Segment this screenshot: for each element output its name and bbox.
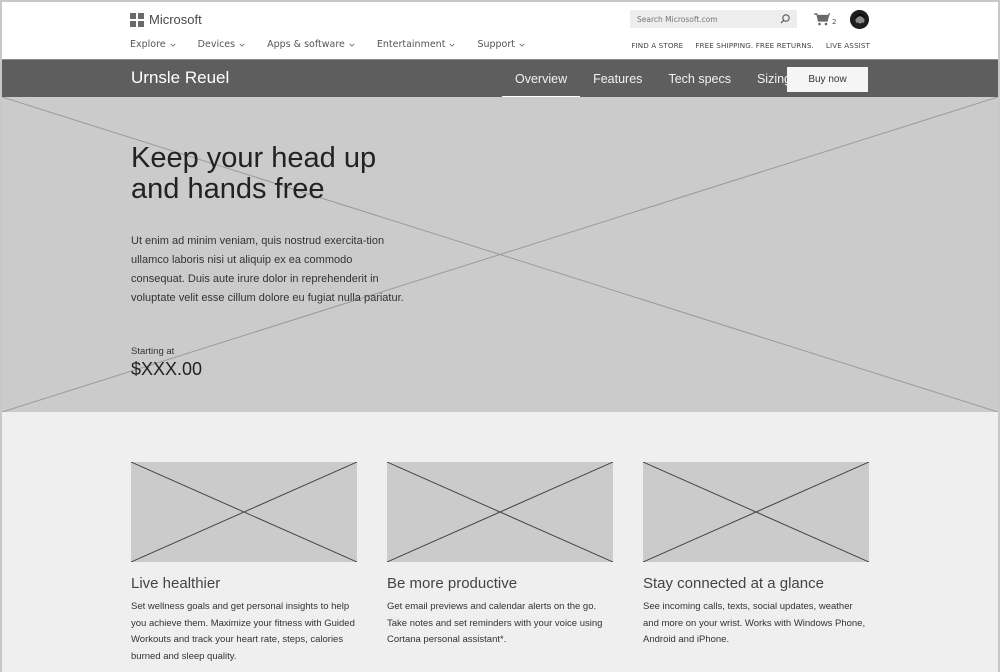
hero-title: Keep your head up and hands free bbox=[131, 142, 377, 205]
search-icon[interactable] bbox=[779, 13, 791, 25]
utility-links: FIND A STORE FREE SHIPPING. FREE RETURNS… bbox=[631, 41, 870, 50]
product-tabs: Overview Features Tech specs Sizing bbox=[502, 60, 804, 98]
feature-title: Stay connected at a glance bbox=[643, 575, 824, 592]
chevron-down-icon bbox=[170, 43, 176, 47]
product-nav-bar: Urnsle Reuel Overview Features Tech spec… bbox=[2, 59, 998, 98]
windows-logo-icon bbox=[130, 12, 144, 27]
feature-description: Set wellness goals and get personal insi… bbox=[131, 601, 355, 662]
nav-entertainment[interactable]: Entertainment bbox=[377, 39, 456, 50]
find-a-store-link[interactable]: FIND A STORE bbox=[631, 41, 683, 50]
search-input[interactable] bbox=[637, 14, 772, 24]
brand-name: Microsoft bbox=[149, 12, 202, 27]
hero-banner: Keep your head up and hands free Ut enim… bbox=[2, 97, 998, 412]
feature-card: Stay connected at a glance See incoming … bbox=[643, 462, 869, 649]
nav-label: Support bbox=[477, 39, 515, 50]
nav-explore[interactable]: Explore bbox=[130, 39, 176, 50]
feature-description: Get email previews and calendar alerts o… bbox=[387, 601, 603, 645]
avatar[interactable] bbox=[850, 10, 869, 29]
feature-title: Live healthier bbox=[131, 575, 221, 592]
nav-apps-software[interactable]: Apps & software bbox=[267, 39, 355, 50]
buy-now-button[interactable]: Buy now bbox=[787, 67, 868, 92]
chevron-down-icon bbox=[449, 43, 455, 47]
chevron-down-icon bbox=[239, 43, 245, 47]
nav-label: Entertainment bbox=[376, 39, 446, 50]
nav-devices[interactable]: Devices bbox=[198, 39, 245, 50]
page-frame: Microsoft Explore Devices Apps & softwar… bbox=[2, 2, 998, 672]
tab-tech-specs[interactable]: Tech specs bbox=[655, 60, 744, 98]
chevron-down-icon bbox=[349, 43, 355, 47]
product-title: Urnsle Reuel bbox=[131, 68, 230, 87]
feature-image-placeholder bbox=[131, 462, 357, 562]
nav-label: Explore bbox=[130, 39, 166, 50]
nav-label: Apps & software bbox=[267, 39, 345, 50]
feature-card: Be more productive Get email previews an… bbox=[387, 462, 613, 649]
price-value: $XXX.00 bbox=[131, 359, 203, 379]
feature-description: See incoming calls, texts, social update… bbox=[643, 601, 866, 645]
cart-icon bbox=[814, 13, 830, 26]
hero-description: Ut enim ad minim veniam, quis nostrud ex… bbox=[131, 235, 404, 304]
avatar-icon bbox=[850, 10, 869, 29]
chevron-down-icon bbox=[519, 43, 525, 47]
site-header: Microsoft Explore Devices Apps & softwar… bbox=[2, 2, 998, 59]
nav-label: Devices bbox=[197, 39, 236, 50]
feature-image-placeholder bbox=[387, 462, 613, 562]
nav-support[interactable]: Support bbox=[477, 39, 525, 50]
feature-card: Live healthier Set wellness goals and ge… bbox=[131, 462, 357, 665]
live-assist-link[interactable]: LIVE ASSIST bbox=[826, 41, 870, 50]
free-shipping-link[interactable]: FREE SHIPPING. FREE RETURNS. bbox=[695, 41, 814, 50]
features-section: Live healthier Set wellness goals and ge… bbox=[2, 412, 998, 672]
main-nav: Explore Devices Apps & software Entertai… bbox=[130, 39, 525, 50]
price-label: Starting at bbox=[131, 346, 175, 357]
tab-features[interactable]: Features bbox=[580, 60, 655, 98]
tab-overview[interactable]: Overview bbox=[502, 60, 581, 98]
cart-count: 2 bbox=[832, 18, 837, 26]
search-box bbox=[630, 10, 797, 28]
cart-button[interactable]: 2 bbox=[814, 13, 836, 26]
feature-image-placeholder bbox=[643, 462, 869, 562]
feature-title: Be more productive bbox=[387, 575, 518, 592]
microsoft-logo[interactable]: Microsoft bbox=[130, 12, 202, 27]
